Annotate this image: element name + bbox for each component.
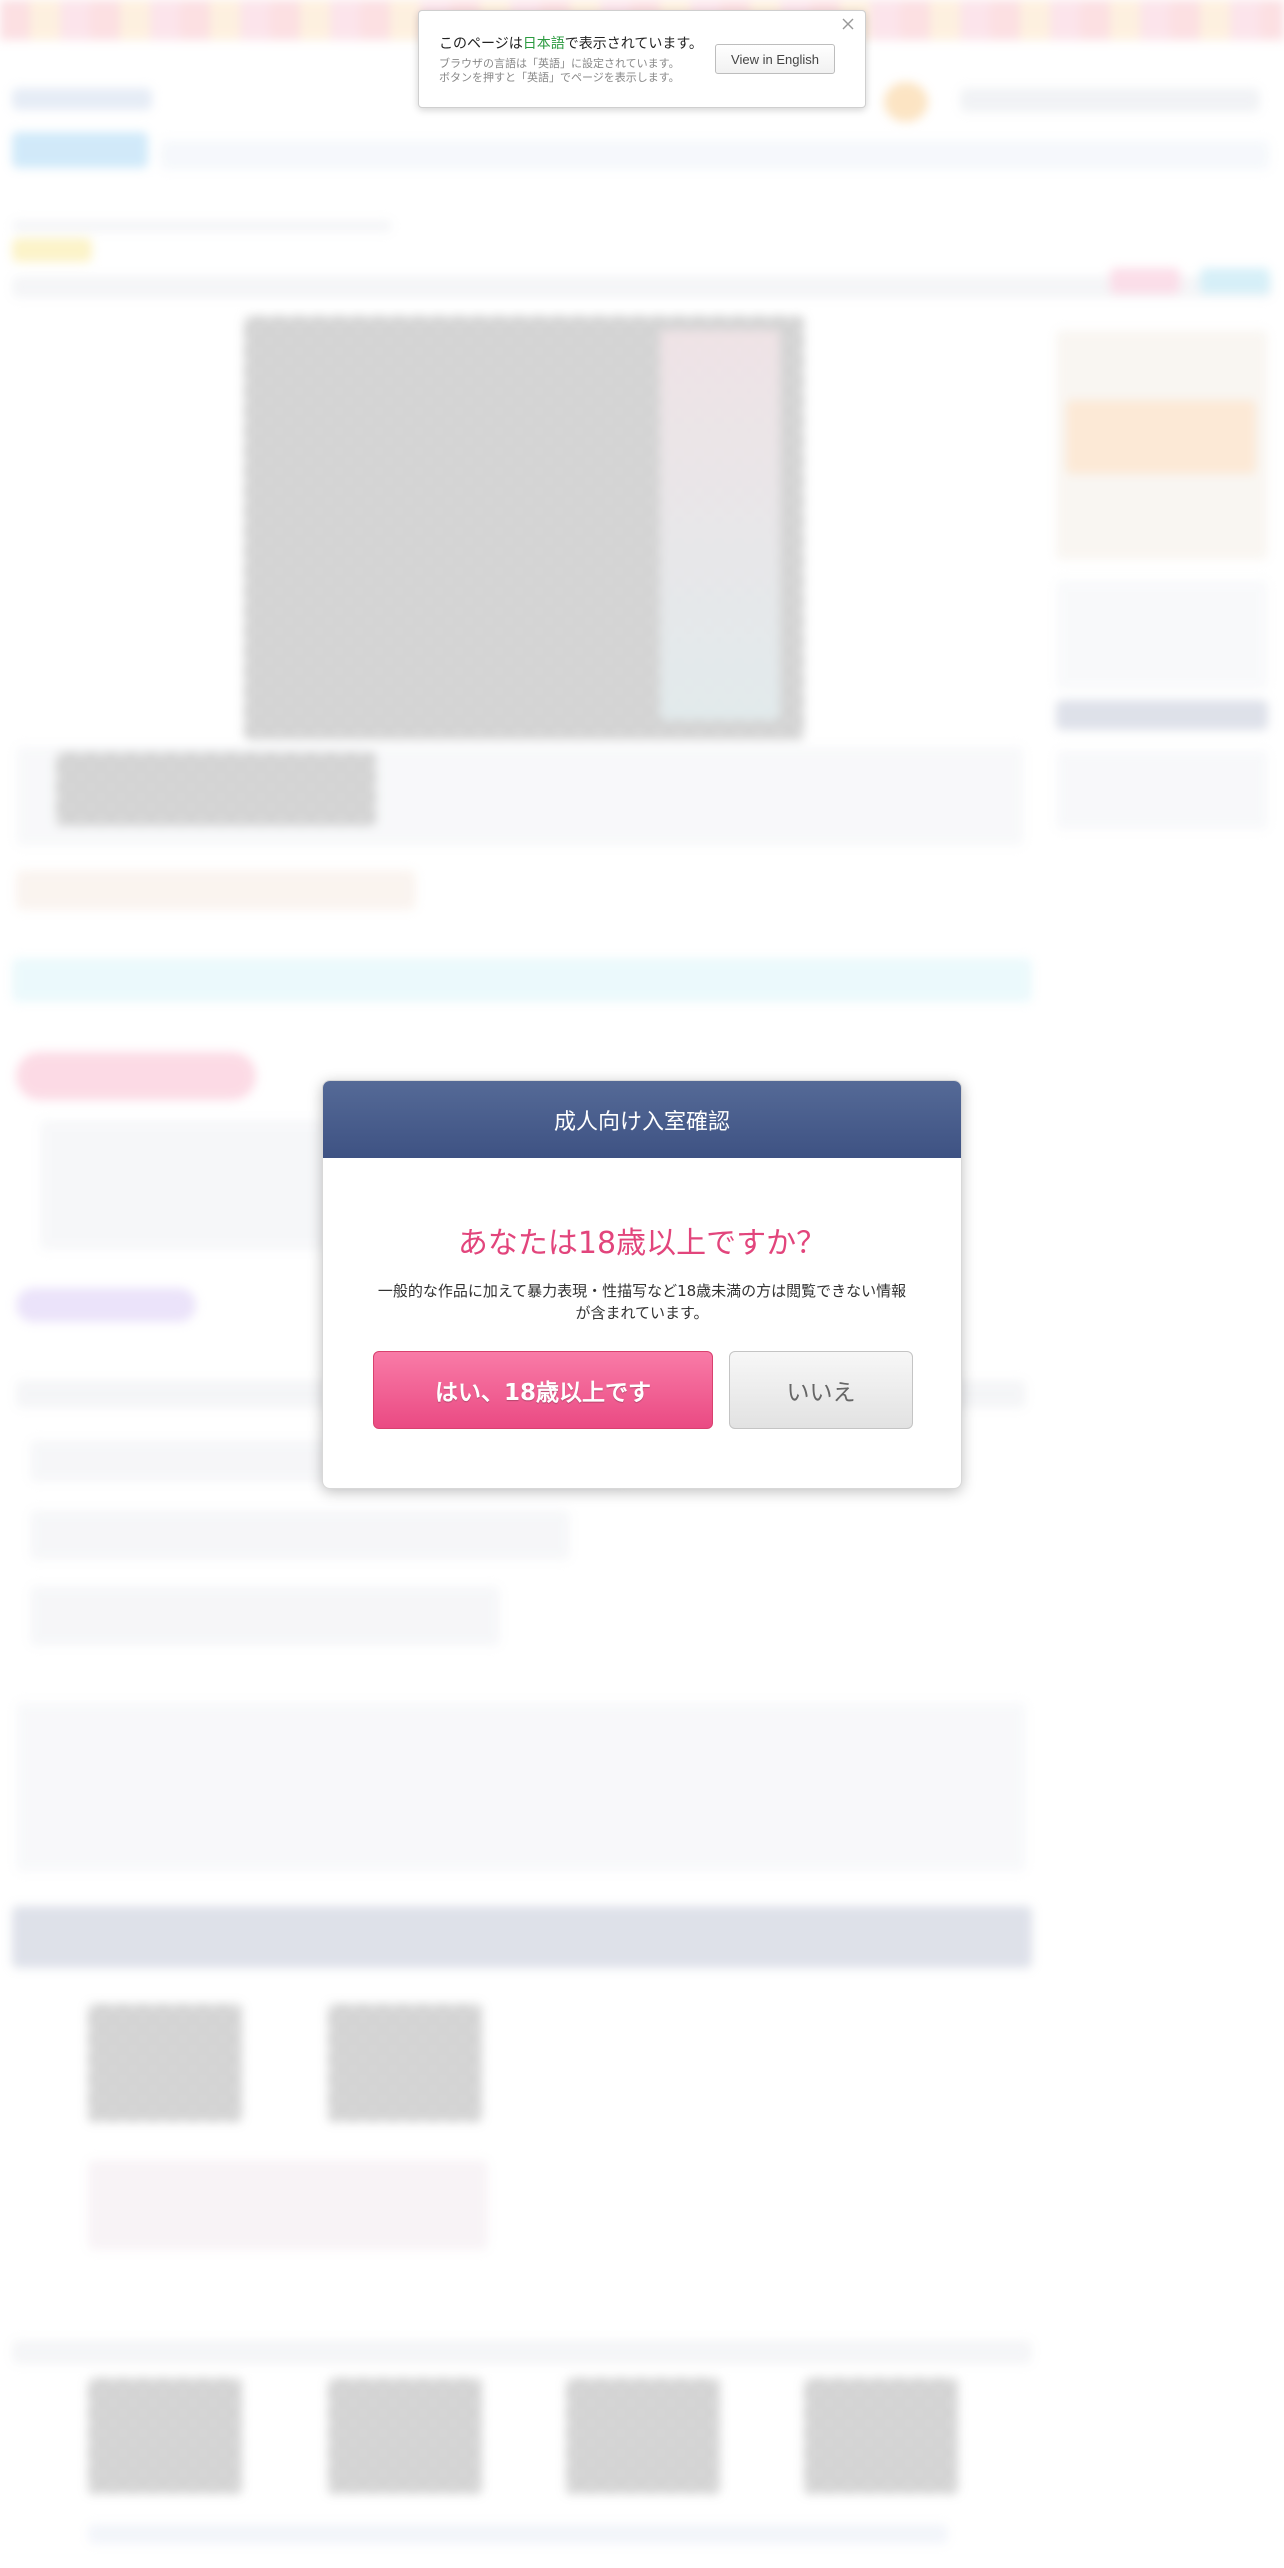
age-verification-modal: 成人向け入室確認 あなたは18歳以上ですか？ 一般的な作品に加えて暴力表現・性描… bbox=[322, 1080, 962, 1489]
close-icon[interactable] bbox=[839, 17, 857, 35]
age-notice-text: 一般的な作品に加えて暴力表現・性描写など18歳未満の方は閲覧できない情報が含まれ… bbox=[377, 1282, 907, 1322]
decline-button[interactable]: いいえ bbox=[729, 1351, 913, 1429]
age-question: あなたは18歳以上ですか？ bbox=[457, 1226, 827, 1261]
language-name: 日本語 bbox=[522, 35, 565, 51]
language-notice-message: このページは日本語で表示されています。 bbox=[439, 35, 703, 51]
language-notice-sub-line-1: ブラウザの言語は「英語」に設定されています。 bbox=[439, 58, 680, 70]
view-in-english-button[interactable]: View in English bbox=[715, 44, 835, 74]
modal-title: 成人向け入室確認 bbox=[553, 1109, 730, 1135]
language-notice-popup: このページは日本語で表示されています。 ブラウザの言語は「英語」に設定されていま… bbox=[418, 10, 866, 108]
language-notice-sub-line-2: ボタンを押すと「英語」でページを表示します。 bbox=[439, 72, 680, 84]
modal-header: 成人向け入室確認 bbox=[323, 1081, 961, 1158]
close-icon-glyph bbox=[842, 18, 854, 30]
confirm-over-18-button[interactable]: はい、18歳以上です bbox=[373, 1351, 713, 1429]
age-button-row: はい、18歳以上です いいえ bbox=[373, 1351, 913, 1429]
language-notice-subtext: ブラウザの言語は「英語」に設定されています。 ボタンを押すと「英語」でページを表… bbox=[439, 57, 729, 85]
